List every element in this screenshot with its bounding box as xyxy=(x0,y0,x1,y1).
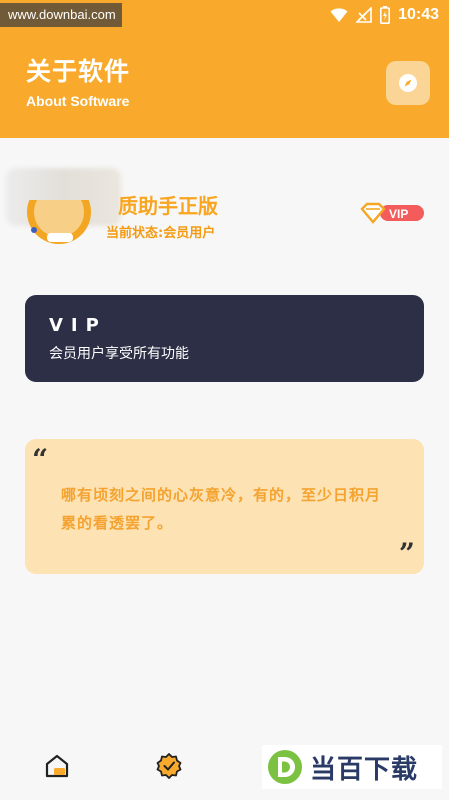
watermark-url: www.downbai.com xyxy=(0,3,122,27)
avatar[interactable] xyxy=(26,200,92,246)
signal-icon xyxy=(356,7,372,23)
close-quote-icon: ” xyxy=(398,537,415,570)
avatar-image xyxy=(27,200,91,244)
vip-card-description: 会员用户享受所有功能 xyxy=(49,346,189,362)
battery-icon xyxy=(380,6,391,24)
compass-icon xyxy=(399,74,417,92)
app-name: 质助手正版 xyxy=(118,194,218,218)
logo-text: 当百下载 xyxy=(310,754,419,785)
clock: 10:43 xyxy=(398,6,439,23)
status-bar: www.downbai.com 10:43 xyxy=(0,0,449,30)
home-icon xyxy=(45,754,69,778)
vip-badge-label: VIP xyxy=(389,207,408,221)
open-quote-icon: “ xyxy=(32,443,49,476)
page-title: 关于软件 xyxy=(26,57,131,86)
page-subtitle: About Software xyxy=(26,93,130,109)
header: www.downbai.com 10:43 关于软件 About Softwar… xyxy=(0,0,449,138)
wifi-icon xyxy=(330,8,348,22)
logo-d-icon xyxy=(268,750,302,784)
compass-button[interactable] xyxy=(386,61,430,105)
nav-home[interactable] xyxy=(44,753,70,783)
vip-badge-icon: VIP xyxy=(360,202,424,224)
status-icons: 10:43 xyxy=(330,4,439,26)
site-logo-watermark: 当百下载 xyxy=(262,745,442,789)
quote-text: 哪有顷刻之间的心灰意冷，有的，至少日积月累的看透罢了。 xyxy=(61,486,382,532)
badge-check-icon xyxy=(156,753,182,779)
quote-card: “ 哪有顷刻之间的心灰意冷，有的，至少日积月累的看透罢了。 ” xyxy=(25,439,424,574)
vip-card[interactable]: VIP 会员用户享受所有功能 xyxy=(25,295,424,382)
vip-card-title: VIP xyxy=(49,315,107,336)
membership-status: 当前状态:会员用户 xyxy=(106,226,216,241)
vip-badge: VIP xyxy=(360,201,426,225)
nav-badge[interactable] xyxy=(155,752,183,784)
